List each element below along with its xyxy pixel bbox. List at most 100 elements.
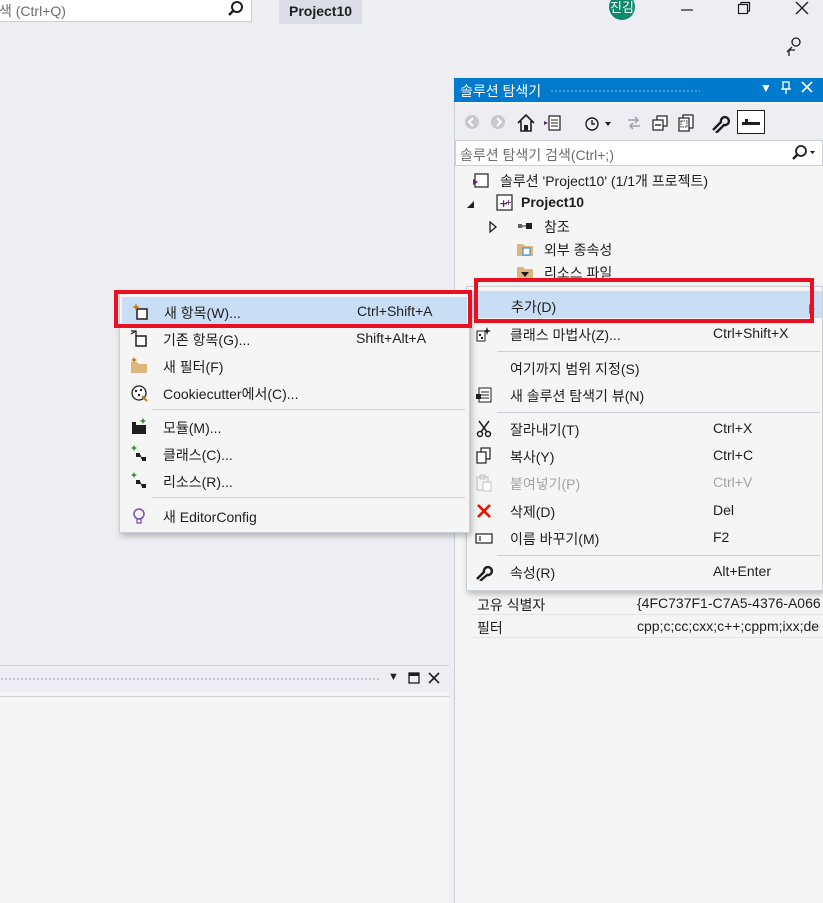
search-input[interactable]: 색 (Ctrl+Q) — [0, 0, 252, 22]
menu-item-label: Cookiecutter에서(C)... — [163, 386, 299, 402]
menu-item-copy[interactable]: 복사(Y) Ctrl+C — [468, 442, 822, 469]
bottom-panel-body — [0, 696, 449, 903]
show-all-files-icon[interactable] — [676, 113, 696, 133]
property-key: 고유 식별자 — [477, 597, 546, 613]
menu-item-module[interactable]: 모듈(M)... — [122, 413, 467, 440]
menu-item-new-editorconfig[interactable]: 새 EditorConfig — [122, 502, 467, 529]
menu-item-shortcut: Shift+Alt+A — [356, 330, 427, 346]
menu-item-label: 잘라내기(T) — [510, 422, 580, 438]
tree-item-external-dependencies[interactable]: 외부 종속성 — [488, 238, 818, 260]
drag-grip[interactable] — [0, 677, 380, 681]
tree-item-project-label: Project10 — [521, 194, 585, 210]
solution-explorer-header[interactable]: 솔루션 탐색기 ▼ — [454, 78, 823, 102]
close-icon[interactable] — [801, 81, 813, 96]
collapse-all-icon[interactable] — [650, 113, 670, 133]
menu-item-delete[interactable]: 삭제(D) Del — [468, 497, 822, 524]
dropdown-arrow-icon[interactable]: ▼ — [760, 81, 772, 95]
wrench-icon — [475, 563, 494, 582]
collapsed-arrow-icon[interactable] — [488, 220, 506, 238]
menu-item-label: 붙여넣기(P) — [510, 476, 581, 492]
tree-item-external-dependencies-label: 외부 종속성 — [544, 242, 613, 258]
restore-button[interactable] — [730, 0, 758, 24]
maximize-icon[interactable] — [408, 671, 420, 687]
feedback-icon[interactable] — [784, 36, 806, 58]
pin-icon[interactable] — [780, 81, 792, 98]
menu-item-class-wizard[interactable]: 클래스 마법사(Z)... Ctrl+Shift+X — [468, 320, 822, 347]
menu-item-properties[interactable]: 속성(R) Alt+Enter — [468, 558, 822, 585]
menu-item-resource[interactable]: 리소스(R)... — [122, 467, 467, 494]
property-row[interactable]: 필터 cpp;c;cc;cxx;c++;cppm;ixx;de — [472, 616, 823, 638]
tree-item-references-label: 참조 — [544, 219, 570, 235]
menu-item-scope-to-this[interactable]: 여기까지 범위 지정(S) — [468, 354, 822, 381]
cpp-project-icon: + + — [496, 194, 514, 212]
class-icon — [130, 445, 148, 463]
property-row[interactable]: 고유 식별자 {4FC737F1-C7A5-4376-A066 — [472, 593, 823, 615]
back-icon[interactable] — [463, 113, 483, 133]
menu-separator — [497, 555, 820, 556]
scissors-icon — [475, 420, 493, 438]
property-value: {4FC737F1-C7A5-4376-A066 — [637, 595, 821, 611]
menu-item-label: 속성(R) — [510, 565, 556, 581]
class-wizard-icon — [475, 325, 493, 343]
menu-item-new-solution-explorer-view[interactable]: 새 솔루션 탐색기 뷰(N) — [468, 381, 822, 408]
menu-item-from-cookiecutter[interactable]: Cookiecutter에서(C)... — [122, 379, 467, 406]
existing-item-icon — [130, 330, 148, 348]
close-button[interactable] — [788, 0, 816, 24]
bottom-panel-header[interactable]: ▼ — [0, 666, 449, 692]
menu-separator — [152, 497, 465, 498]
menu-item-shortcut: Ctrl+X — [713, 420, 753, 436]
menu-item-paste[interactable]: 붙여넣기(P) Ctrl+V — [468, 469, 822, 496]
menu-item-rename[interactable]: 이름 바꾸기(M) F2 — [468, 524, 822, 551]
resource-icon — [130, 472, 148, 490]
context-menu: 추가(D) 클래스 마법사(Z)... Ctrl+Shift+X 여기까지 범위… — [466, 286, 823, 591]
close-icon[interactable] — [428, 671, 440, 687]
menu-item-shortcut: Ctrl+V — [713, 474, 753, 490]
menu-item-cut[interactable]: 잘라내기(T) Ctrl+X — [468, 415, 822, 442]
property-value: cpp;c;cc;cxx;c++;cppm;ixx;de — [637, 618, 820, 634]
menu-separator — [497, 412, 820, 413]
project-title: Project10 — [279, 0, 363, 24]
new-filter-icon — [130, 357, 148, 375]
copy-icon — [475, 447, 493, 465]
tree-item-solution-label: 솔루션 'Project10' (1/1개 프로젝트) — [500, 173, 708, 189]
add-submenu: 새 항목(W)... Ctrl+Shift+A 기존 항목(G)... Shif… — [119, 293, 470, 533]
tree-item-project[interactable]: + + Project10 — [466, 192, 820, 214]
switch-views-icon[interactable] — [542, 113, 562, 133]
delete-icon — [475, 502, 493, 520]
menu-item-new-filter[interactable]: 새 필터(F) — [122, 352, 467, 379]
drag-grip[interactable] — [550, 89, 700, 93]
forward-icon[interactable] — [489, 113, 509, 133]
dropdown-arrow-icon[interactable]: ▼ — [388, 671, 399, 683]
menu-separator — [497, 351, 820, 352]
tree-item-references[interactable]: 참조 — [488, 215, 818, 237]
svg-text:+: + — [505, 198, 512, 207]
wrench-icon[interactable] — [710, 113, 731, 134]
solution-explorer-search-input[interactable]: 솔루션 탐색기 검색(Ctrl+;) — [455, 140, 823, 166]
expanded-arrow-icon[interactable] — [466, 197, 484, 215]
menu-item-label: 여기까지 범위 지정(S) — [510, 361, 640, 377]
tree-item-solution[interactable]: 솔루션 'Project10' (1/1개 프로젝트) — [470, 169, 820, 191]
menu-item-existing-item[interactable]: 기존 항목(G)... Shift+Alt+A — [122, 325, 467, 352]
pending-changes-filter-icon[interactable] — [583, 113, 611, 133]
rename-icon — [475, 529, 493, 547]
menu-separator — [152, 409, 465, 410]
menu-item-shortcut: Ctrl+Shift+X — [713, 325, 789, 341]
solution-icon — [472, 171, 490, 189]
minimize-button[interactable] — [673, 0, 701, 24]
menu-item-label: 새 EditorConfig — [163, 509, 257, 525]
menu-item-class[interactable]: 클래스(C)... — [122, 440, 467, 467]
preview-selected-items-icon[interactable] — [737, 110, 765, 134]
menu-item-shortcut: Alt+Enter — [713, 563, 771, 579]
menu-item-label: 새 필터(F) — [163, 359, 224, 375]
menu-item-label: 기존 항목(G)... — [163, 332, 251, 348]
sync-icon[interactable] — [624, 113, 644, 133]
solution-explorer-title: 솔루션 탐색기 — [460, 83, 542, 99]
module-icon — [130, 418, 148, 436]
menu-item-label: 클래스(C)... — [163, 447, 233, 463]
menu-item-label: 새 솔루션 탐색기 뷰(N) — [510, 388, 645, 404]
search-icon[interactable] — [227, 0, 245, 21]
highlight-box-add — [474, 278, 814, 323]
search-icon[interactable] — [792, 144, 816, 165]
home-icon[interactable] — [516, 113, 536, 133]
avatar[interactable]: 진김 — [609, 0, 635, 20]
